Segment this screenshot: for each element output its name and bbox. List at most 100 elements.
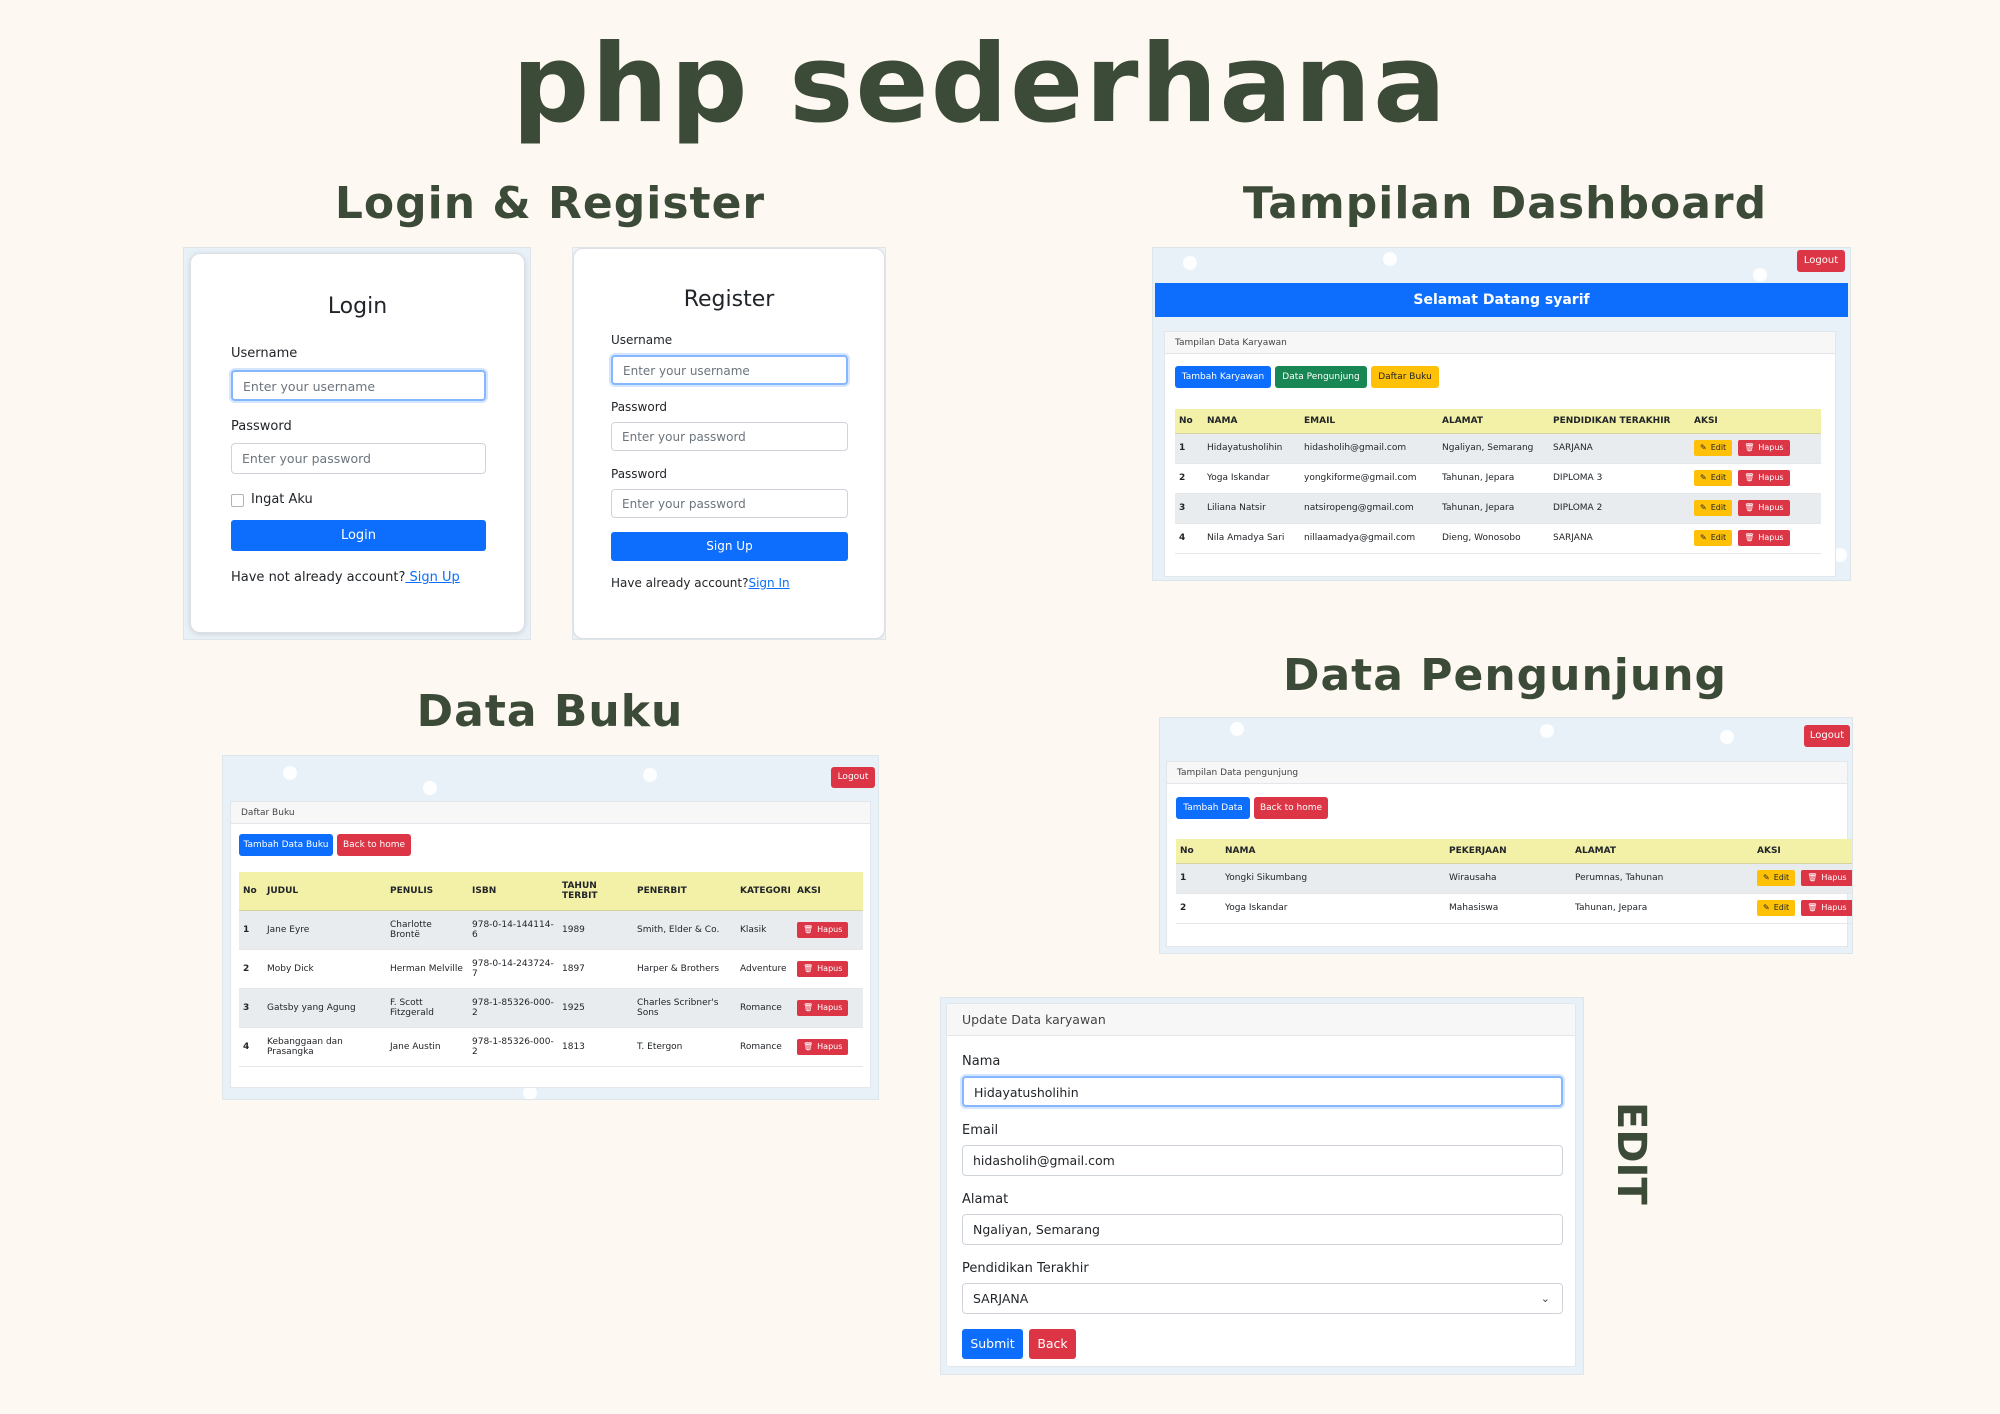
table-row: 3 Gatsby yang Agung F. Scott Fitzgerald … bbox=[239, 988, 863, 1028]
register-footer: Have already account?Sign In bbox=[611, 576, 790, 590]
nama-label: Nama bbox=[962, 1054, 1001, 1069]
tambah-karyawan-button[interactable]: Tambah Karyawan bbox=[1175, 366, 1271, 388]
register-username-input[interactable]: Enter your username bbox=[611, 355, 848, 385]
cell-isbn: 978-1-85326-000-2 bbox=[468, 988, 558, 1028]
submit-button[interactable]: Submit bbox=[962, 1329, 1023, 1359]
data-pengunjung-button[interactable]: Data Pengunjung bbox=[1275, 366, 1367, 388]
login-username-input[interactable]: Enter your username bbox=[231, 370, 486, 401]
sign-up-link[interactable]: Sign Up bbox=[405, 570, 459, 585]
sign-up-button[interactable]: Sign Up bbox=[611, 532, 848, 561]
cell-kategori: Romance bbox=[736, 1027, 793, 1067]
hapus-label: Hapus bbox=[1821, 903, 1847, 912]
hapus-label: Hapus bbox=[1758, 533, 1784, 542]
back-button[interactable]: Back bbox=[1029, 1329, 1076, 1359]
cell-penerbit: T. Etergon bbox=[633, 1027, 736, 1067]
register-username-label: Username bbox=[611, 333, 673, 347]
pendidikan-select[interactable]: SARJANA ⌄ bbox=[962, 1283, 1563, 1314]
edit-label: Edit bbox=[1710, 533, 1727, 542]
chevron-down-icon: ⌄ bbox=[1540, 1292, 1550, 1305]
buku-back-button[interactable]: Back to home bbox=[337, 834, 411, 856]
cell-email: hidasholih@gmail.com bbox=[1300, 433, 1438, 464]
register-password2-label: Password bbox=[611, 467, 668, 481]
table-row: 4 Nila Amadya Sari nillaamadya@gmail.com… bbox=[1175, 523, 1821, 554]
cell-nama: Yongki Sikumbang bbox=[1221, 863, 1445, 894]
cell-no: 3 bbox=[1175, 493, 1203, 524]
hapus-label: Hapus bbox=[817, 1041, 843, 1051]
hapus-button[interactable]: 🗑 Hapus bbox=[797, 1038, 849, 1055]
pendidikan-selected: SARJANA bbox=[973, 1291, 1029, 1306]
login-footer-text: Have not already account? bbox=[231, 570, 406, 585]
cell-no: 4 bbox=[1175, 523, 1203, 554]
register-password2-input[interactable]: Enter your password bbox=[611, 489, 848, 518]
cell-alamat: Ngaliyan, Semarang bbox=[1438, 433, 1549, 464]
edit-button[interactable]: ✎ Edit bbox=[1694, 500, 1733, 516]
hapus-button[interactable]: 🗑 Hapus bbox=[797, 999, 849, 1016]
hapus-button[interactable]: 🗑 Hapus bbox=[1738, 440, 1790, 456]
register-card: Register Username Enter your username Pa… bbox=[573, 248, 885, 639]
register-password-input[interactable]: Enter your password bbox=[611, 422, 848, 451]
cell-email: yongkiforme@gmail.com bbox=[1300, 463, 1438, 494]
cell-no: 1 bbox=[1175, 433, 1203, 464]
table-row: 2 Yoga Iskandar Mahasiswa Tahunan, Jepar… bbox=[1176, 893, 1852, 924]
tambah-buku-button[interactable]: Tambah Data Buku bbox=[239, 834, 333, 856]
cell-alamat: Tahunan, Jepara bbox=[1571, 893, 1753, 924]
col-no: No bbox=[239, 872, 263, 911]
hapus-button[interactable]: 🗑 Hapus bbox=[1738, 470, 1790, 486]
hapus-button[interactable]: 🗑 Hapus bbox=[1801, 870, 1852, 886]
login-footer: Have not already account? Sign Up bbox=[231, 570, 460, 585]
col-pekerjaan: PEKERJAAN bbox=[1445, 839, 1571, 864]
table-row: 1 Jane Eyre Charlotte Brontë 978-0-14-14… bbox=[239, 910, 863, 950]
col-aksi: AKSI bbox=[793, 872, 863, 911]
edit-button[interactable]: ✎ Edit bbox=[1757, 900, 1796, 916]
table-row: 2 Moby Dick Herman Melville 978-0-14-243… bbox=[239, 949, 863, 989]
pencil-icon: ✎ bbox=[1700, 503, 1707, 512]
data-buku-screenshot: Logout Daftar Buku Tambah Data Buku Back… bbox=[222, 755, 879, 1100]
table-row: 1 Hidayatusholihin hidasholih@gmail.com … bbox=[1175, 433, 1821, 464]
pencil-icon: ✎ bbox=[1700, 473, 1707, 482]
col-judul: JUDUL bbox=[263, 872, 386, 911]
hapus-button[interactable]: 🗑 Hapus bbox=[1738, 530, 1790, 546]
cell-aksi: ✎ Edit 🗑 Hapus bbox=[1753, 863, 1852, 894]
email-input[interactable]: hidasholih@gmail.com bbox=[962, 1145, 1563, 1176]
buku-logout-button[interactable]: Logout bbox=[831, 767, 875, 788]
hapus-button[interactable]: 🗑 Hapus bbox=[1801, 900, 1852, 916]
edit-button[interactable]: ✎ Edit bbox=[1694, 530, 1733, 546]
alamat-input[interactable]: Ngaliyan, Semarang bbox=[962, 1214, 1563, 1245]
cell-aksi: ✎ Edit 🗑 Hapus bbox=[1690, 523, 1821, 554]
hapus-button[interactable]: 🗑 Hapus bbox=[1738, 500, 1790, 516]
trash-icon: 🗑 bbox=[803, 924, 814, 934]
register-screenshot: Register Username Enter your username Pa… bbox=[572, 247, 886, 640]
login-password-input[interactable]: Enter your password bbox=[231, 443, 486, 474]
section-title-edit: EDIT bbox=[1608, 1102, 1654, 1205]
cell-judul: Gatsby yang Agung bbox=[263, 988, 386, 1028]
karyawan-table: No NAMA EMAIL ALAMAT PENDIDIKAN TERAKHIR… bbox=[1175, 409, 1821, 554]
hapus-button[interactable]: 🗑 Hapus bbox=[797, 921, 849, 938]
tambah-data-button[interactable]: Tambah Data bbox=[1176, 797, 1250, 819]
edit-label: Edit bbox=[1710, 443, 1727, 452]
section-title-data-pengunjung: Data Pengunjung bbox=[1282, 650, 1728, 701]
email-label: Email bbox=[962, 1123, 999, 1138]
login-button[interactable]: Login bbox=[231, 520, 486, 551]
trash-icon: 🗑 bbox=[1744, 473, 1755, 482]
edit-button[interactable]: ✎ Edit bbox=[1694, 470, 1733, 486]
cell-no: 1 bbox=[239, 910, 263, 950]
pengunjung-panel-title: Tampilan Data pengunjung bbox=[1167, 762, 1847, 784]
daftar-buku-button[interactable]: Daftar Buku bbox=[1371, 366, 1439, 388]
nama-input[interactable]: Hidayatusholihin bbox=[962, 1076, 1563, 1107]
pengunjung-back-button[interactable]: Back to home bbox=[1254, 797, 1328, 819]
cell-nama: Liliana Natsir bbox=[1203, 493, 1300, 524]
edit-button[interactable]: ✎ Edit bbox=[1694, 440, 1733, 456]
pencil-icon: ✎ bbox=[1700, 533, 1707, 542]
hapus-button[interactable]: 🗑 Hapus bbox=[797, 960, 849, 977]
pengunjung-logout-button[interactable]: Logout bbox=[1804, 725, 1850, 747]
sign-in-link[interactable]: Sign In bbox=[748, 576, 789, 590]
update-karyawan-panel: Update Data karyawan Nama Hidayatusholih… bbox=[946, 1003, 1576, 1367]
hapus-label: Hapus bbox=[817, 1002, 843, 1012]
cell-aksi: 🗑 Hapus bbox=[793, 910, 863, 950]
cell-kategori: Klasik bbox=[736, 910, 793, 950]
edit-button[interactable]: ✎ Edit bbox=[1757, 870, 1796, 886]
remember-checkbox[interactable] bbox=[231, 494, 244, 507]
register-footer-text: Have already account? bbox=[611, 576, 749, 590]
cell-penerbit: Harper & Brothers bbox=[633, 949, 736, 989]
dashboard-logout-button[interactable]: Logout bbox=[1797, 250, 1845, 272]
